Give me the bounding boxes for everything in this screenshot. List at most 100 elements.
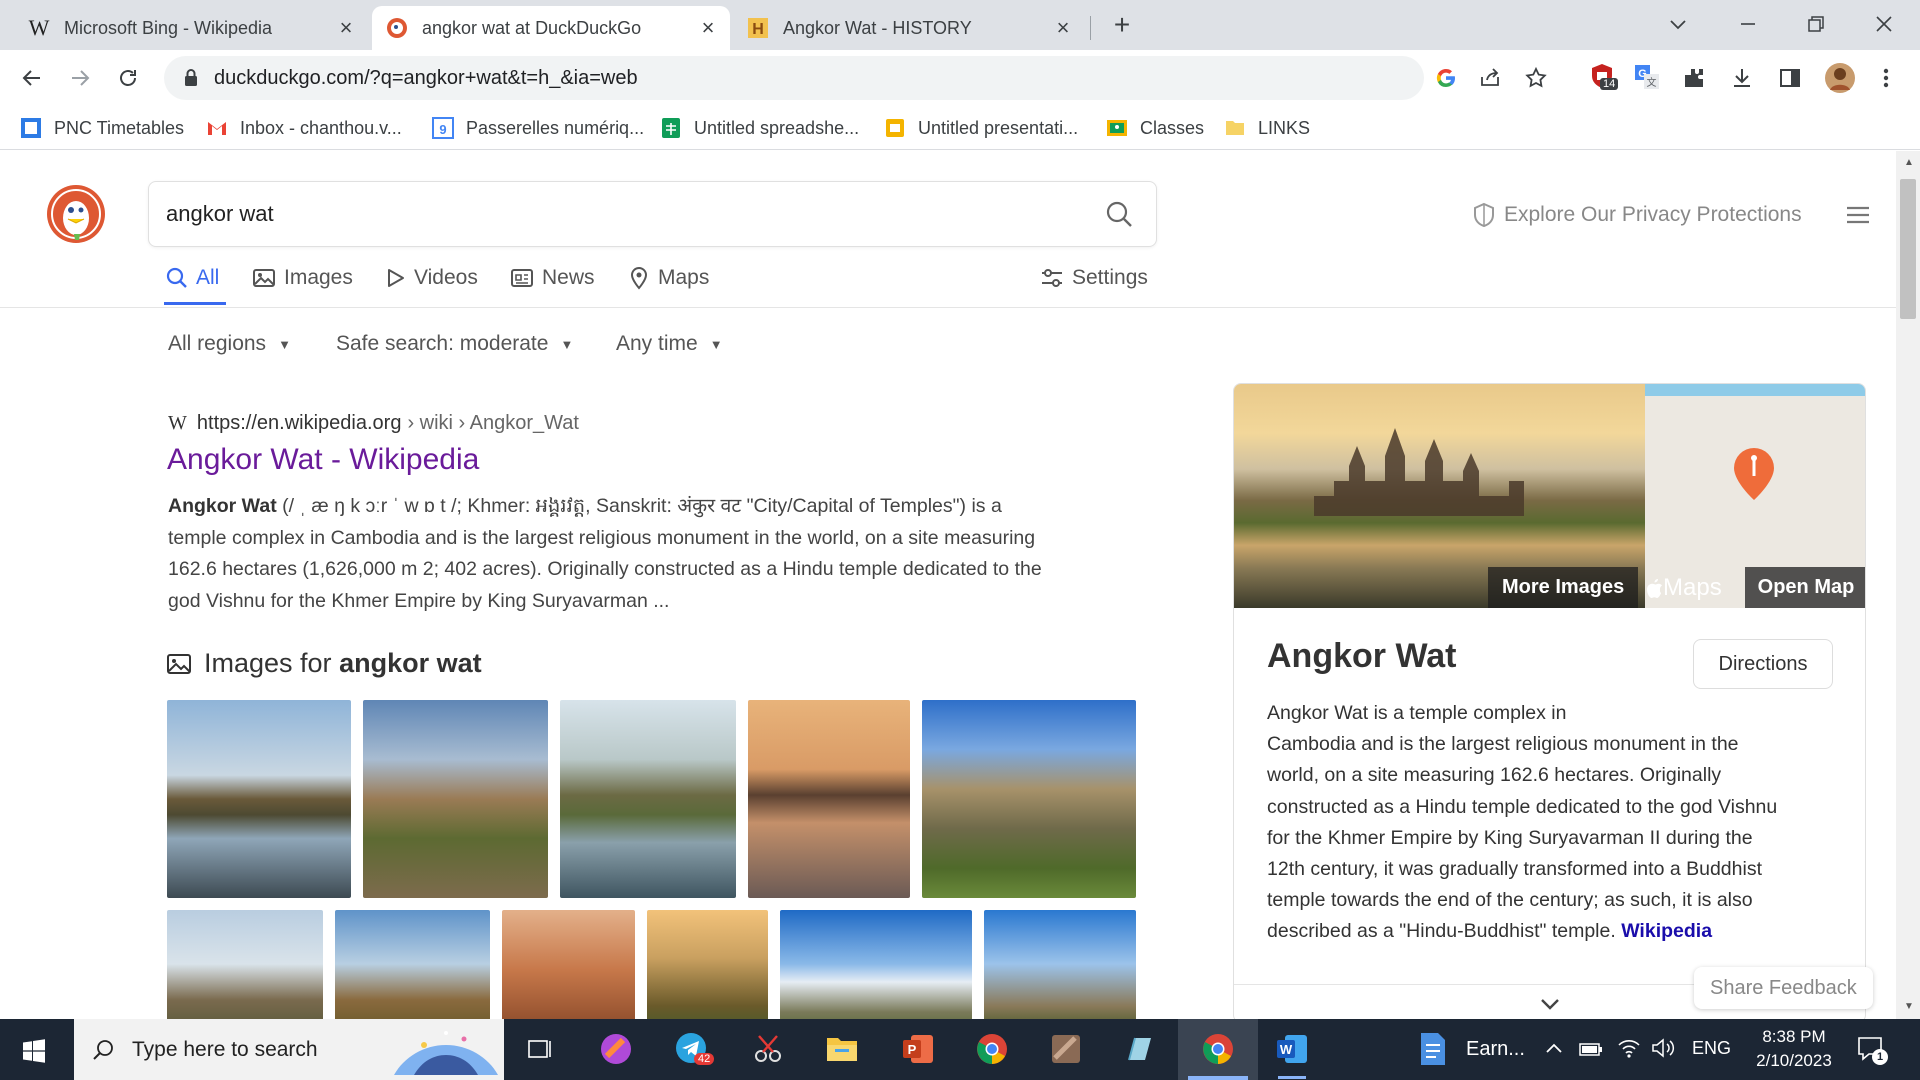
download-icon[interactable] bbox=[1730, 66, 1754, 90]
tab-news[interactable]: News bbox=[510, 266, 595, 290]
search-box[interactable]: angkor wat bbox=[148, 181, 1157, 247]
lock-icon[interactable] bbox=[182, 68, 200, 88]
tab-search-chevron-icon[interactable] bbox=[1666, 12, 1690, 36]
word-icon[interactable]: W bbox=[1272, 1029, 1312, 1079]
image-thumbnail[interactable] bbox=[502, 910, 635, 1019]
page-content: angkor wat Explore Our Privacy Protectio… bbox=[0, 151, 1896, 1019]
forward-arrow-icon[interactable] bbox=[68, 66, 92, 90]
search-input[interactable]: angkor wat bbox=[166, 201, 274, 227]
extensions-puzzle-icon[interactable] bbox=[1682, 66, 1706, 90]
wifi-icon[interactable] bbox=[1616, 1037, 1642, 1059]
file-explorer-icon[interactable] bbox=[822, 1029, 862, 1069]
telegram-icon[interactable]: 42 bbox=[672, 1029, 715, 1069]
time-filter[interactable]: Any time ▼ bbox=[616, 332, 723, 356]
scroll-up-arrow-icon[interactable]: ▲ bbox=[1904, 157, 1914, 168]
photo-app-icon[interactable] bbox=[1046, 1029, 1086, 1069]
powerpoint-icon[interactable]: P bbox=[898, 1029, 938, 1069]
tab-all[interactable]: All bbox=[166, 266, 219, 290]
bookmark-links-folder[interactable]: LINKS bbox=[1224, 114, 1310, 142]
image-thumbnail[interactable] bbox=[780, 910, 972, 1019]
new-tab-button[interactable]: + bbox=[1108, 10, 1136, 40]
tab-wikipedia[interactable]: W Microsoft Bing - Wikipedia × bbox=[14, 6, 368, 50]
result-url[interactable]: W https://en.wikipedia.org › wiki › Angk… bbox=[168, 412, 579, 435]
volume-icon[interactable] bbox=[1650, 1037, 1676, 1059]
tab-label: News bbox=[542, 266, 595, 289]
google-icon[interactable] bbox=[1434, 66, 1458, 90]
side-panel-icon[interactable] bbox=[1778, 66, 1802, 90]
share-feedback-button[interactable]: Share Feedback bbox=[1694, 967, 1873, 1009]
image-thumbnail[interactable] bbox=[647, 910, 768, 1019]
bookmark-presentation[interactable]: Untitled presentati... bbox=[884, 114, 1078, 142]
search-icon[interactable] bbox=[1105, 200, 1133, 228]
image-thumbnail[interactable] bbox=[560, 700, 736, 898]
safe-search-filter[interactable]: Safe search: moderate ▼ bbox=[336, 332, 573, 356]
task-view-icon[interactable] bbox=[520, 1029, 560, 1069]
hamburger-menu-icon[interactable] bbox=[1846, 205, 1870, 225]
tab-images[interactable]: Images bbox=[252, 266, 353, 290]
scrollbar[interactable]: ▲ ▼ bbox=[1896, 151, 1920, 1019]
open-map-button[interactable]: Open Map bbox=[1745, 567, 1865, 608]
glass-app-icon[interactable] bbox=[1120, 1029, 1160, 1069]
clock[interactable]: 8:38 PM 2/10/2023 bbox=[1748, 1025, 1840, 1073]
battery-icon[interactable] bbox=[1578, 1039, 1604, 1059]
extension-shield-icon[interactable]: 14 bbox=[1588, 62, 1619, 92]
duckduckgo-logo[interactable] bbox=[46, 184, 106, 244]
image-thumbnail[interactable] bbox=[167, 910, 323, 1019]
bookmark-classes[interactable]: Classes bbox=[1106, 114, 1204, 142]
image-thumbnail[interactable] bbox=[748, 700, 910, 898]
wikipedia-source-link[interactable]: Wikipedia bbox=[1621, 920, 1712, 942]
play-icon bbox=[388, 269, 404, 287]
svg-text:P: P bbox=[908, 1042, 917, 1057]
scrollbar-thumb[interactable] bbox=[1900, 179, 1916, 319]
bookmark-gmail[interactable]: Inbox - chanthou.v... bbox=[206, 114, 402, 142]
close-tab-icon[interactable]: × bbox=[696, 16, 720, 40]
profile-avatar[interactable] bbox=[1824, 62, 1856, 94]
telegram-badge: 42 bbox=[694, 1053, 715, 1065]
result-title-link[interactable]: Angkor Wat - Wikipedia bbox=[167, 443, 479, 477]
notification-icon[interactable]: 1 bbox=[1856, 1035, 1888, 1065]
restore-icon[interactable] bbox=[1804, 12, 1828, 36]
share-icon[interactable] bbox=[1478, 66, 1502, 90]
address-bar[interactable]: duckduckgo.com/?q=angkor+wat&t=h_&ia=web bbox=[164, 56, 1547, 100]
bookmark-pnc[interactable]: PNC Timetables bbox=[20, 114, 184, 142]
image-thumbnail[interactable] bbox=[363, 700, 548, 898]
tab-label: All bbox=[196, 266, 220, 289]
settings-button[interactable]: Settings bbox=[1040, 266, 1148, 290]
images-section-heading[interactable]: Images for angkor wat bbox=[166, 648, 482, 679]
reload-icon[interactable] bbox=[116, 66, 140, 90]
bookmark-spreadsheet[interactable]: Untitled spreadshe... bbox=[660, 114, 859, 142]
taskbar-search-box[interactable]: Type here to search bbox=[74, 1019, 504, 1080]
minimize-icon[interactable] bbox=[1736, 12, 1760, 36]
bookmark-star-icon[interactable] bbox=[1524, 66, 1548, 90]
tab-videos[interactable]: Videos bbox=[384, 266, 478, 290]
directions-button[interactable]: Directions bbox=[1693, 639, 1833, 689]
tab-maps[interactable]: Maps bbox=[628, 266, 709, 290]
image-thumbnail[interactable] bbox=[984, 910, 1136, 1019]
image-thumbnail[interactable] bbox=[335, 910, 490, 1019]
expand-chevron-icon[interactable] bbox=[1538, 996, 1562, 1012]
translate-icon[interactable]: G文 bbox=[1634, 64, 1660, 90]
close-window-icon[interactable] bbox=[1872, 12, 1896, 36]
menu-kebab-icon[interactable] bbox=[1876, 66, 1896, 90]
region-filter[interactable]: All regions ▼ bbox=[168, 332, 291, 356]
url-text[interactable]: duckduckgo.com/?q=angkor+wat&t=h_&ia=web bbox=[214, 67, 638, 90]
windows-start-icon[interactable] bbox=[22, 1039, 46, 1063]
earn-widget[interactable]: Earn... bbox=[1418, 1031, 1525, 1067]
back-arrow-icon[interactable] bbox=[20, 66, 44, 90]
bookmark-passerelles[interactable]: 9 Passerelles numériq... bbox=[432, 114, 644, 142]
language-indicator[interactable]: ENG bbox=[1692, 1038, 1731, 1059]
paint-app-icon[interactable] bbox=[596, 1029, 636, 1069]
close-tab-icon[interactable]: × bbox=[1051, 16, 1075, 40]
image-thumbnail[interactable] bbox=[922, 700, 1136, 898]
show-hidden-icons-chevron-icon[interactable] bbox=[1544, 1041, 1564, 1055]
tab-duckduckgo[interactable]: angkor wat at DuckDuckGo × bbox=[372, 6, 730, 50]
scroll-down-arrow-icon[interactable]: ▼ bbox=[1904, 1001, 1914, 1012]
privacy-protections-link[interactable]: Explore Our Privacy Protections bbox=[1472, 202, 1802, 228]
tab-history[interactable]: H Angkor Wat - HISTORY × bbox=[733, 6, 1085, 50]
image-thumbnail[interactable] bbox=[167, 700, 351, 898]
chrome-active-taskbar-item[interactable] bbox=[1178, 1019, 1258, 1080]
snipping-tool-icon[interactable] bbox=[748, 1029, 788, 1069]
chrome-icon[interactable] bbox=[972, 1029, 1012, 1069]
close-tab-icon[interactable]: × bbox=[334, 16, 358, 40]
more-images-button[interactable]: More Images bbox=[1488, 567, 1639, 608]
